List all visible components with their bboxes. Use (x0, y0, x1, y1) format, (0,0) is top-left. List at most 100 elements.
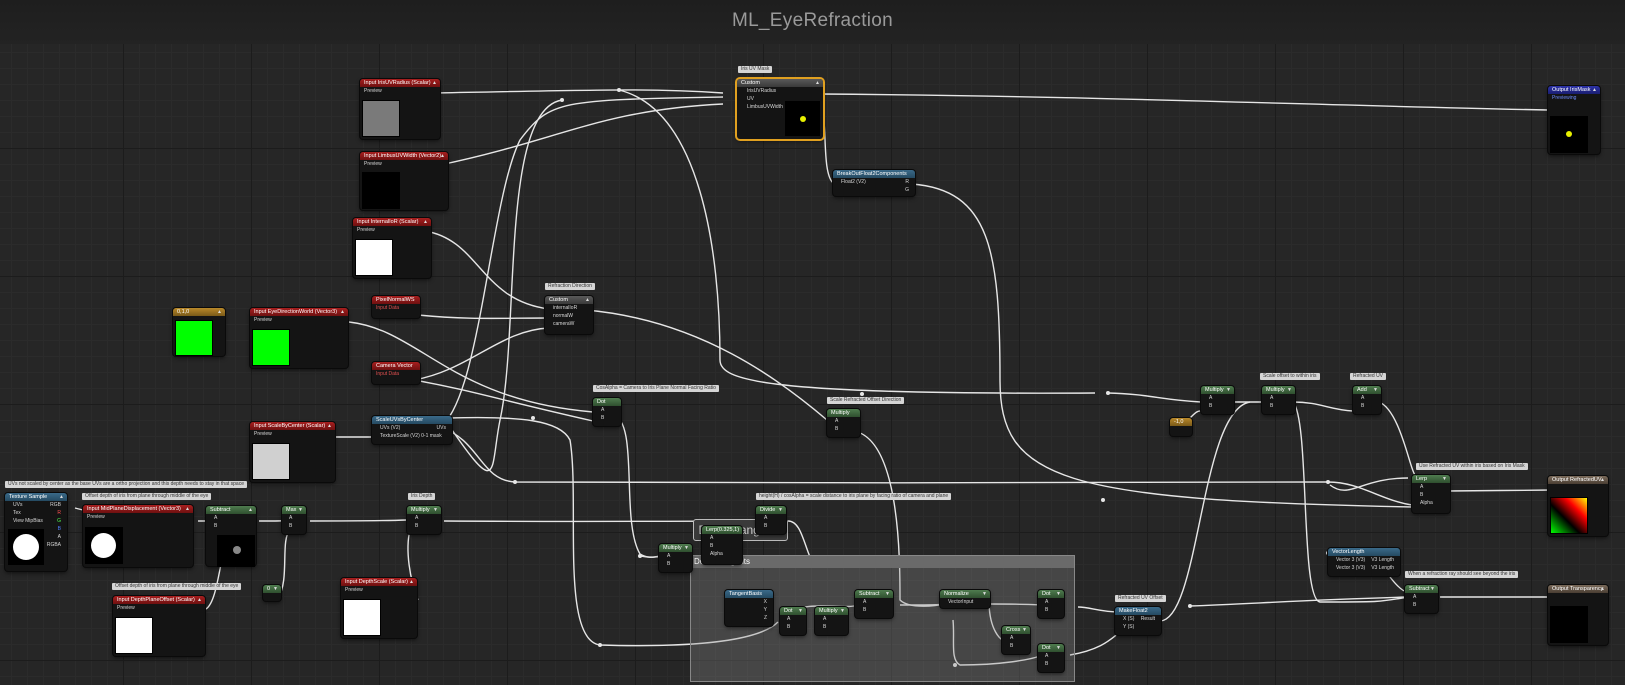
pin-b[interactable]: B (593, 414, 621, 422)
comment-height-cos-alpha[interactable]: height(H) / cosAlpha = scale distance to… (756, 493, 952, 500)
node-dot-y[interactable]: Dot ▼ A B (1038, 644, 1064, 672)
pin-b[interactable]: B (1201, 402, 1234, 410)
pin-a[interactable]: A (1201, 394, 1234, 402)
node-multiply-scale-refracted[interactable]: Multiply A B (827, 409, 860, 437)
comment-refraction-direction[interactable]: Refraction Direction (545, 283, 595, 290)
pin-g[interactable]: G (833, 186, 915, 194)
comment-scale-offset[interactable]: Scale offset to within iris (1260, 373, 1320, 380)
pin-a[interactable]: A (827, 417, 860, 425)
preview-label[interactable]: Preview (113, 604, 205, 612)
comment-refraction-beyond-iris[interactable]: When a refraction ray should see beyond … (1405, 571, 1519, 578)
pin-rgb[interactable]: RGB (50, 501, 61, 509)
node-pixel-normal-ws[interactable]: PixelNormalWS Input Data (372, 296, 420, 318)
pin-a[interactable]: A (659, 552, 692, 560)
pin-result[interactable]: Result (1141, 615, 1155, 623)
pin-vector3-in-2[interactable]: Vector 3 (V3) (1336, 565, 1365, 571)
comment-iris-depth[interactable]: Iris Depth (408, 493, 436, 500)
pin-b[interactable]: B (1038, 606, 1064, 614)
preview-label[interactable]: Preview (341, 586, 417, 594)
pin-float2[interactable]: Float2 (V2) (841, 179, 866, 185)
node-input-depth-plane-offset[interactable]: Input DepthPlaneOffset (Scalar) ▲ Preview (113, 596, 205, 656)
pin-view-mip-bias[interactable]: View MipBias (13, 518, 43, 524)
node-add-refracted-uv[interactable]: Add ▼ A B (1353, 386, 1381, 414)
pin-a[interactable]: A (1353, 394, 1381, 402)
node-lerp-refracted[interactable]: Lerp ▼ A B Alpha (1412, 475, 1450, 513)
node-multiply-tangent[interactable]: Multiply ▼ A B (815, 607, 848, 635)
pin-r[interactable]: R (57, 509, 61, 517)
node-constant-neg1-0[interactable]: -1,0 (1170, 418, 1192, 436)
pin-y[interactable]: Y (725, 606, 773, 614)
pin-b[interactable]: B (1262, 402, 1295, 410)
pin-vector3-in-1[interactable]: Vector 3 (V3) (1336, 557, 1365, 563)
node-output-transparency[interactable]: Output Transparency ▲ (1548, 585, 1608, 645)
pin-alpha[interactable]: Alpha (702, 550, 742, 558)
pin-a[interactable]: A (1038, 598, 1064, 606)
node-output-refracted-uv[interactable]: Output RefractedUV ▲ (1548, 476, 1608, 536)
pin-a[interactable]: A (756, 514, 786, 522)
pin-uvs-in[interactable]: UVs (V2) (380, 425, 400, 431)
pin-b[interactable]: B (1405, 601, 1438, 609)
pin-camera-w[interactable]: cameraW (545, 320, 593, 328)
comment-uvs-not-scaled[interactable]: UVs not scaled by center as the base UVs… (5, 481, 247, 488)
comment-offset-depth-1[interactable]: Offset depth of iris from plane through … (82, 493, 212, 500)
node-breakout-float2[interactable]: BreakOutFloat2Components Float2 (V2) R G (833, 170, 915, 196)
preview-label[interactable]: Preview (360, 87, 440, 95)
pin-a[interactable]: A (206, 514, 256, 522)
pin-a[interactable]: A (1038, 652, 1064, 660)
pin-iris-uv-radius[interactable]: IrisUVRadius (737, 87, 823, 95)
node-input-mid-plane-displacement[interactable]: Input MidPlaneDisplacement (Vector3) ▲ Pr… (83, 505, 193, 567)
pin-b[interactable]: B (702, 542, 742, 550)
pin-normal-w[interactable]: normalW (545, 312, 593, 320)
node-make-float2[interactable]: MakeFloat2 X (S) Result Y (S) (1115, 607, 1161, 635)
node-dot-cos-alpha[interactable]: Dot A B (593, 398, 621, 426)
pin-a[interactable]: A (407, 514, 441, 522)
pin-vector-input[interactable]: VectorInput (940, 598, 990, 606)
pin-x[interactable]: X (S) (1123, 616, 1134, 622)
pin-a[interactable]: A (815, 615, 848, 623)
node-max[interactable]: Max ▼ A B (282, 506, 306, 534)
node-input-limbus-uv-width[interactable]: Input LimbusUVWidth (Vector2) ▲ Preview (360, 152, 448, 210)
node-subtract-tangent[interactable]: Subtract ▼ A B (855, 590, 893, 618)
pin-internal-ior[interactable]: internalIoR (545, 304, 593, 312)
node-constant-0-1-0[interactable]: 0,1,0 ▲ (173, 308, 225, 356)
node-scale-uvs-by-center[interactable]: ScaleUVsByCenter UVs (V2) UVs TextureScal… (372, 416, 452, 444)
node-normalize[interactable]: Normalize ▼ VectorInput (940, 590, 990, 608)
node-multiply-b[interactable]: Multiply ▼ A B (1262, 386, 1295, 414)
node-multiply-cos-alpha[interactable]: Multiply ▼ A B (659, 544, 692, 572)
pin-b[interactable]: B (1038, 660, 1064, 668)
pin-a[interactable]: A (1412, 483, 1450, 491)
comment-refracted-uv[interactable]: Refracted UV (1350, 373, 1387, 380)
pin-a[interactable]: A (1405, 593, 1438, 601)
comment-refracted-uv-offset[interactable]: Refracted UV Offset (1115, 595, 1166, 602)
preview-label[interactable]: Preview (353, 226, 431, 234)
comment-iris-uv-mask[interactable]: Iris UV Mask (738, 66, 773, 73)
comment-scale-refracted-offset[interactable]: Scale Refracted Offset Direction (827, 397, 905, 404)
node-cross[interactable]: Cross ▼ A B (1002, 626, 1030, 654)
pin-b[interactable]: B (1353, 402, 1381, 410)
pin-a[interactable]: A (1262, 394, 1295, 402)
pin-b[interactable]: B (1412, 491, 1450, 499)
pin-b[interactable]: B (206, 522, 256, 530)
pin-uvs-out[interactable]: UVs (437, 424, 446, 432)
comment-use-refracted-uv[interactable]: Use Refracted UV within iris based on Ir… (1416, 463, 1528, 470)
pin-b[interactable]: B (1002, 642, 1030, 650)
node-custom-iris-mask[interactable]: Custom ▲ IrisUVRadius UV LimbusUVWidth (737, 79, 823, 139)
pin-texture-scale[interactable]: TextureScale (V2) 0-1 mask (372, 432, 452, 440)
pin-b[interactable]: B (815, 623, 848, 631)
node-multiply-a[interactable]: Multiply ▼ A B (1201, 386, 1234, 414)
pin-a[interactable]: A (593, 406, 621, 414)
pin-uvs[interactable]: UVs (13, 502, 22, 508)
preview-label[interactable]: Preview (250, 316, 348, 324)
preview-label[interactable]: Preview (360, 160, 448, 168)
node-subtract-depth[interactable]: Subtract ▲ A B (206, 506, 256, 567)
node-lerp-0325[interactable]: Lerp(0.325,1) A B Alpha (702, 526, 742, 564)
node-multiply-iris-depth[interactable]: Multiply ▼ A B (407, 506, 441, 534)
pin-b[interactable]: B (756, 522, 786, 530)
node-dot-tangent[interactable]: Dot ▼ A B (780, 607, 806, 635)
pin-b[interactable]: B (659, 560, 692, 568)
node-input-internal-ior[interactable]: Input InternalIoR (Scalar) ▲ Preview (353, 218, 431, 278)
preview-label[interactable]: Preview (250, 430, 335, 438)
node-vector-length[interactable]: VectorLength Vector 3 (V3) V3 Length Vect… (1328, 548, 1400, 576)
node-constant-0[interactable]: 0 ▼ (263, 585, 281, 601)
node-tangent-basis[interactable]: TangentBasis X Y Z (725, 590, 773, 626)
